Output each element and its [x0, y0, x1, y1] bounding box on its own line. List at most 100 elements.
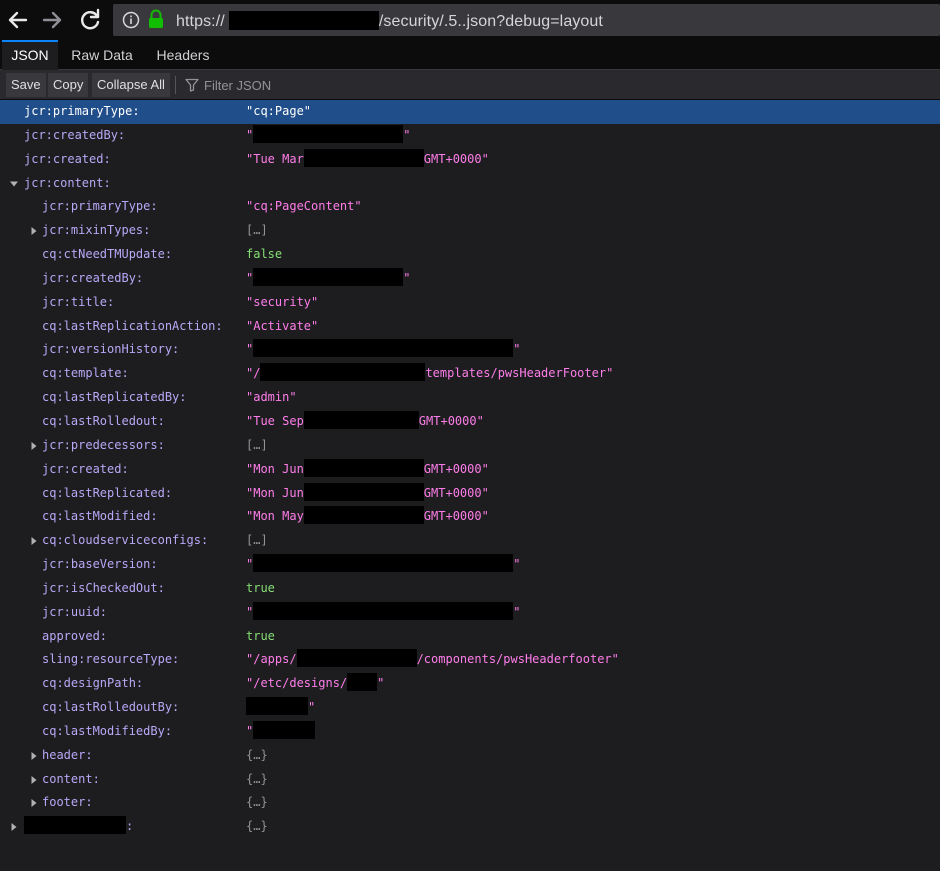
tree-value: "Tue Mar GMT+0000" [246, 148, 489, 172]
tree-row[interactable]: approved: true [0, 625, 940, 649]
reload-icon [81, 8, 100, 30]
tree-key: approved: [42, 628, 108, 643]
value-suffix: GMT+0000" [418, 413, 484, 428]
tree-row[interactable]: jcr:title: "security" [0, 291, 940, 315]
tree-value: " " [246, 124, 410, 148]
forward-button[interactable] [38, 6, 66, 34]
json-tree: jcr:primaryType: "cq:Page" jcr:createdBy: "… [0, 100, 940, 839]
tree-row[interactable]: sling:resourceType: "/apps/ /components/pw… [0, 648, 940, 672]
tree-row[interactable]: cq:lastModifiedBy: " [0, 720, 940, 744]
value-prefix: "/etc/designs/ [246, 676, 348, 691]
tree-value: " " [246, 338, 520, 362]
value-suffix: " [403, 270, 411, 285]
tree-key: jcr:created: [24, 151, 111, 166]
tree-key: jcr:content: [24, 175, 111, 190]
tree-value: "/ templates/pwsHeaderFooter" [246, 362, 613, 386]
viewer-tabs: JSON Raw Data Headers [0, 40, 940, 70]
value-prefix: " [246, 604, 254, 619]
url-text[interactable]: https:// /security/.5..json?debug=layout [176, 11, 603, 31]
tab-json[interactable]: JSON [2, 40, 58, 70]
redacted-block [24, 816, 126, 835]
copy-button[interactable]: Copy [48, 73, 89, 97]
url-prefix: https:// [176, 13, 225, 30]
tree-row[interactable]: jcr:baseVersion: " " [0, 553, 940, 577]
redacted-block [347, 673, 378, 692]
collapsed-arrow-icon[interactable] [10, 823, 18, 832]
tree-row[interactable]: jcr:mixinTypes: […] [0, 219, 940, 243]
value-suffix: " [308, 700, 316, 715]
redacted-block [303, 482, 424, 501]
tree-key: jcr:isCheckedOut: [42, 580, 165, 595]
collapsed-arrow-icon[interactable] [30, 775, 38, 784]
filter-json-input[interactable] [202, 74, 502, 96]
collapse-all-button[interactable]: Collapse All [92, 73, 170, 97]
tree-row[interactable]: cq:designPath: "/etc/designs/ " [0, 672, 940, 696]
save-button[interactable]: Save [6, 73, 46, 97]
tree-row[interactable]: jcr:createdBy: " " [0, 267, 940, 291]
tree-row[interactable]: jcr:isCheckedOut: true [0, 577, 940, 601]
tree-row[interactable]: cq:lastRolledoutBy: " [0, 696, 940, 720]
tree-key: cq:lastReplicated: [42, 485, 173, 500]
value-prefix: " [246, 127, 254, 142]
collapsed-arrow-icon[interactable] [30, 751, 38, 760]
tree-row[interactable]: jcr:primaryType: "cq:PageContent" [0, 195, 940, 219]
tree-row[interactable]: jcr:createdBy: " " [0, 124, 940, 148]
value-suffix: /components/pwsHeaderfooter" [416, 652, 619, 667]
tree-row[interactable]: jcr:uuid: " " [0, 601, 940, 625]
tree-row[interactable]: cq:lastReplicatedBy: "admin" [0, 386, 940, 410]
back-button[interactable] [4, 6, 32, 34]
tree-row[interactable]: jcr:versionHistory: " " [0, 338, 940, 362]
tree-row[interactable]: cq:lastReplicated: "Mon Jun GMT+0000" [0, 482, 940, 506]
tab-raw-data[interactable]: Raw Data [70, 40, 134, 70]
tree-row[interactable]: cq:lastReplicationAction: "Activate" [0, 315, 940, 339]
tree-row[interactable]: cq:ctNeedTMUpdate: false [0, 243, 940, 267]
collapsed-arrow-icon[interactable] [30, 537, 38, 546]
tree-key: : [24, 815, 133, 839]
tree-key: jcr:created: [42, 461, 129, 476]
value-suffix: GMT+0000" [423, 509, 489, 524]
redacted-block [253, 601, 514, 620]
tree-key: jcr:mixinTypes: [42, 223, 151, 238]
tree-key: content: [42, 771, 100, 786]
value-suffix: " [513, 557, 521, 572]
tree-row[interactable]: jcr:created: "Tue Mar GMT+0000" [0, 148, 940, 172]
redacted-block [303, 410, 419, 429]
tree-row[interactable]: footer: {…} [0, 791, 940, 815]
value-suffix: " [513, 342, 521, 357]
tree-row[interactable]: cq:lastRolledout: "Tue Sep GMT+0000" [0, 410, 940, 434]
tree-row[interactable]: jcr:primaryType: "cq:Page" [0, 100, 940, 124]
tree-key: cq:template: [42, 366, 129, 381]
filter-icon [185, 78, 199, 92]
collapsed-arrow-icon[interactable] [30, 441, 38, 450]
collapsed-arrow-icon[interactable] [30, 227, 38, 236]
collapsed-arrow-icon[interactable] [30, 799, 38, 808]
tree-row[interactable]: cq:cloudserviceconfigs: […] [0, 529, 940, 553]
tree-value: {…} [246, 819, 268, 834]
tree-row[interactable]: jcr:predecessors: […] [0, 434, 940, 458]
tree-value: {…} [246, 747, 268, 762]
value-prefix: "Mon Jun [246, 485, 304, 500]
value-suffix: GMT+0000" [423, 485, 489, 500]
redacted-block [253, 124, 404, 143]
expanded-arrow-icon[interactable] [10, 180, 18, 188]
reload-button[interactable] [76, 6, 104, 34]
address-bar[interactable]: https:// /security/.5..json?debug=layout [113, 4, 940, 36]
tree-row[interactable]: : {…} [0, 815, 940, 839]
tree-key: cq:lastModified: [42, 509, 158, 524]
info-icon[interactable] [122, 11, 140, 29]
lock-icon[interactable] [147, 9, 165, 29]
tree-value: "/etc/designs/ " [246, 672, 384, 696]
value-prefix: "Mon Jun [246, 461, 304, 476]
tree-row[interactable]: content: {…} [0, 768, 940, 792]
tab-headers[interactable]: Headers [150, 40, 216, 70]
tree-key: cq:lastReplicatedBy: [42, 390, 187, 405]
tree-row[interactable]: jcr:content: [0, 172, 940, 196]
tree-value: "admin" [246, 390, 297, 405]
tree-row[interactable]: jcr:created: "Mon Jun GMT+0000" [0, 458, 940, 482]
tree-row[interactable]: cq:lastModified: "Mon May GMT+0000" [0, 505, 940, 529]
redacted-block [228, 11, 379, 30]
tree-key: sling:resourceType: [42, 652, 180, 667]
tree-row[interactable]: cq:template: "/ templates/pwsHeaderFooter" [0, 362, 940, 386]
tree-row[interactable]: header: {…} [0, 744, 940, 768]
value-prefix: "Tue Sep [246, 413, 304, 428]
